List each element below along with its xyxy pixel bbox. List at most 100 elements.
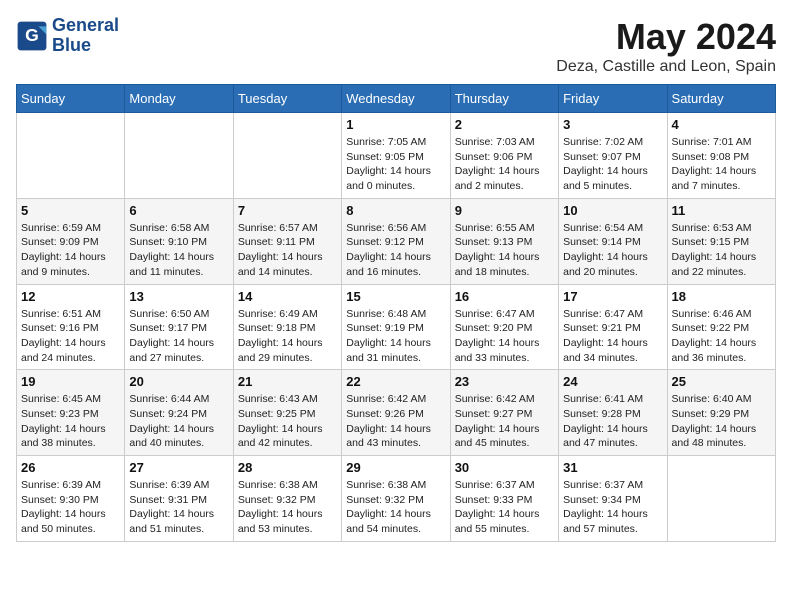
calendar-cell: 3Sunrise: 7:02 AMSunset: 9:07 PMDaylight… bbox=[559, 113, 667, 199]
calendar-cell: 20 Sunrise: 6:44 AMSunset: 9:24 PMDayligh… bbox=[125, 370, 233, 456]
day-number: 20 bbox=[129, 374, 228, 389]
day-number: 13 bbox=[129, 289, 228, 304]
weekday-header: Friday bbox=[559, 85, 667, 113]
calendar-cell bbox=[17, 113, 125, 199]
day-number: 2 bbox=[455, 117, 554, 132]
calendar-cell: 22 Sunrise: 6:42 AMSunset: 9:26 PMDayligh… bbox=[342, 370, 450, 456]
day-number: 21 bbox=[238, 374, 337, 389]
day-number: 12 bbox=[21, 289, 120, 304]
calendar-header-row: SundayMondayTuesdayWednesdayThursdayFrid… bbox=[17, 85, 776, 113]
day-number: 28 bbox=[238, 460, 337, 475]
main-title: May 2024 bbox=[556, 16, 776, 58]
day-info: Sunrise: 6:40 AMSunset: 9:29 PMDaylight:… bbox=[672, 392, 771, 451]
calendar-cell: 4 Sunrise: 7:01 AMSunset: 9:08 PMDaylight… bbox=[667, 113, 775, 199]
calendar-cell: 26Sunrise: 6:39 AMSunset: 9:30 PMDayligh… bbox=[17, 456, 125, 542]
day-number: 29 bbox=[346, 460, 445, 475]
calendar-cell: 19 Sunrise: 6:45 AMSunset: 9:23 PMDayligh… bbox=[17, 370, 125, 456]
calendar-cell: 31Sunrise: 6:37 AMSunset: 9:34 PMDayligh… bbox=[559, 456, 667, 542]
day-info: Sunrise: 7:01 AMSunset: 9:08 PMDaylight:… bbox=[672, 135, 771, 194]
logo: G General Blue bbox=[16, 16, 119, 56]
day-info: Sunrise: 6:45 AMSunset: 9:23 PMDaylight:… bbox=[21, 392, 120, 451]
day-number: 15 bbox=[346, 289, 445, 304]
day-info: Sunrise: 6:59 AMSunset: 9:09 PMDaylight:… bbox=[21, 221, 120, 280]
calendar-cell bbox=[125, 113, 233, 199]
calendar-cell bbox=[233, 113, 341, 199]
day-info: Sunrise: 6:56 AMSunset: 9:12 PMDaylight:… bbox=[346, 221, 445, 280]
header: G General Blue May 2024 Deza, Castille a… bbox=[16, 16, 776, 76]
calendar-table: SundayMondayTuesdayWednesdayThursdayFrid… bbox=[16, 84, 776, 542]
day-info: Sunrise: 6:44 AMSunset: 9:24 PMDaylight:… bbox=[129, 392, 228, 451]
calendar-cell: 5 Sunrise: 6:59 AMSunset: 9:09 PMDaylight… bbox=[17, 198, 125, 284]
day-info: Sunrise: 6:51 AMSunset: 9:16 PMDaylight:… bbox=[21, 307, 120, 366]
day-info: Sunrise: 6:41 AMSunset: 9:28 PMDaylight:… bbox=[563, 392, 662, 451]
day-number: 19 bbox=[21, 374, 120, 389]
day-number: 6 bbox=[129, 203, 228, 218]
day-number: 26 bbox=[21, 460, 120, 475]
day-info: Sunrise: 6:47 AMSunset: 9:20 PMDaylight:… bbox=[455, 307, 554, 366]
weekday-header: Tuesday bbox=[233, 85, 341, 113]
day-number: 22 bbox=[346, 374, 445, 389]
logo-icon: G bbox=[16, 20, 48, 52]
calendar-week-row: 12 Sunrise: 6:51 AMSunset: 9:16 PMDayligh… bbox=[17, 284, 776, 370]
day-info: Sunrise: 7:03 AMSunset: 9:06 PMDaylight:… bbox=[455, 135, 554, 194]
calendar-cell: 15 Sunrise: 6:48 AMSunset: 9:19 PMDayligh… bbox=[342, 284, 450, 370]
day-info: Sunrise: 6:47 AMSunset: 9:21 PMDaylight:… bbox=[563, 307, 662, 366]
day-info: Sunrise: 7:05 AMSunset: 9:05 PMDaylight:… bbox=[346, 135, 445, 194]
day-number: 10 bbox=[563, 203, 662, 218]
day-info: Sunrise: 6:46 AMSunset: 9:22 PMDaylight:… bbox=[672, 307, 771, 366]
day-number: 24 bbox=[563, 374, 662, 389]
weekday-header: Wednesday bbox=[342, 85, 450, 113]
calendar-cell: 13 Sunrise: 6:50 AMSunset: 9:17 PMDayligh… bbox=[125, 284, 233, 370]
weekday-header: Monday bbox=[125, 85, 233, 113]
calendar-cell: 14 Sunrise: 6:49 AMSunset: 9:18 PMDayligh… bbox=[233, 284, 341, 370]
calendar-week-row: 19 Sunrise: 6:45 AMSunset: 9:23 PMDayligh… bbox=[17, 370, 776, 456]
calendar-cell: 23 Sunrise: 6:42 AMSunset: 9:27 PMDayligh… bbox=[450, 370, 558, 456]
calendar-cell: 28Sunrise: 6:38 AMSunset: 9:32 PMDayligh… bbox=[233, 456, 341, 542]
calendar-week-row: 26Sunrise: 6:39 AMSunset: 9:30 PMDayligh… bbox=[17, 456, 776, 542]
day-info: Sunrise: 6:39 AMSunset: 9:31 PMDaylight:… bbox=[129, 478, 228, 537]
day-number: 8 bbox=[346, 203, 445, 218]
calendar-cell: 27Sunrise: 6:39 AMSunset: 9:31 PMDayligh… bbox=[125, 456, 233, 542]
day-number: 11 bbox=[672, 203, 771, 218]
svg-text:G: G bbox=[25, 25, 39, 45]
calendar-week-row: 1 Sunrise: 7:05 AMSunset: 9:05 PMDaylight… bbox=[17, 113, 776, 199]
calendar-cell: 2 Sunrise: 7:03 AMSunset: 9:06 PMDaylight… bbox=[450, 113, 558, 199]
day-number: 14 bbox=[238, 289, 337, 304]
day-number: 16 bbox=[455, 289, 554, 304]
day-info: Sunrise: 6:37 AMSunset: 9:33 PMDaylight:… bbox=[455, 478, 554, 537]
day-number: 30 bbox=[455, 460, 554, 475]
day-info: Sunrise: 6:53 AMSunset: 9:15 PMDaylight:… bbox=[672, 221, 771, 280]
day-number: 4 bbox=[672, 117, 771, 132]
day-number: 5 bbox=[21, 203, 120, 218]
calendar-cell: 6Sunrise: 6:58 AMSunset: 9:10 PMDaylight… bbox=[125, 198, 233, 284]
day-info: Sunrise: 7:02 AMSunset: 9:07 PMDaylight:… bbox=[563, 135, 662, 194]
day-info: Sunrise: 6:48 AMSunset: 9:19 PMDaylight:… bbox=[346, 307, 445, 366]
calendar-cell: 1 Sunrise: 7:05 AMSunset: 9:05 PMDaylight… bbox=[342, 113, 450, 199]
day-info: Sunrise: 6:49 AMSunset: 9:18 PMDaylight:… bbox=[238, 307, 337, 366]
calendar-cell: 10Sunrise: 6:54 AMSunset: 9:14 PMDayligh… bbox=[559, 198, 667, 284]
day-info: Sunrise: 6:55 AMSunset: 9:13 PMDaylight:… bbox=[455, 221, 554, 280]
weekday-header: Saturday bbox=[667, 85, 775, 113]
weekday-header: Sunday bbox=[17, 85, 125, 113]
day-info: Sunrise: 6:43 AMSunset: 9:25 PMDaylight:… bbox=[238, 392, 337, 451]
day-info: Sunrise: 6:42 AMSunset: 9:27 PMDaylight:… bbox=[455, 392, 554, 451]
weekday-header: Thursday bbox=[450, 85, 558, 113]
day-info: Sunrise: 6:42 AMSunset: 9:26 PMDaylight:… bbox=[346, 392, 445, 451]
day-info: Sunrise: 6:57 AMSunset: 9:11 PMDaylight:… bbox=[238, 221, 337, 280]
calendar-cell: 17Sunrise: 6:47 AMSunset: 9:21 PMDayligh… bbox=[559, 284, 667, 370]
day-number: 7 bbox=[238, 203, 337, 218]
calendar-cell: 12 Sunrise: 6:51 AMSunset: 9:16 PMDayligh… bbox=[17, 284, 125, 370]
day-number: 31 bbox=[563, 460, 662, 475]
calendar-cell: 7 Sunrise: 6:57 AMSunset: 9:11 PMDaylight… bbox=[233, 198, 341, 284]
day-number: 18 bbox=[672, 289, 771, 304]
calendar-cell: 24 Sunrise: 6:41 AMSunset: 9:28 PMDayligh… bbox=[559, 370, 667, 456]
calendar-cell bbox=[667, 456, 775, 542]
day-info: Sunrise: 6:38 AMSunset: 9:32 PMDaylight:… bbox=[346, 478, 445, 537]
day-number: 23 bbox=[455, 374, 554, 389]
calendar-cell: 21 Sunrise: 6:43 AMSunset: 9:25 PMDayligh… bbox=[233, 370, 341, 456]
calendar-cell: 30 Sunrise: 6:37 AMSunset: 9:33 PMDayligh… bbox=[450, 456, 558, 542]
title-block: May 2024 Deza, Castille and Leon, Spain bbox=[556, 16, 776, 76]
day-number: 1 bbox=[346, 117, 445, 132]
day-number: 9 bbox=[455, 203, 554, 218]
day-info: Sunrise: 6:50 AMSunset: 9:17 PMDaylight:… bbox=[129, 307, 228, 366]
